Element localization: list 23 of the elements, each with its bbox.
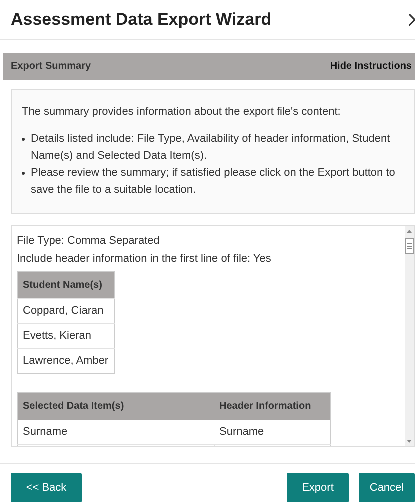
file-type-text: File Type: Comma Separated: [17, 234, 161, 249]
scrollbar[interactable]: [405, 226, 414, 446]
table-header-cell: Selected Data Item(s): [18, 392, 214, 420]
table-header-cell: Header Information: [214, 392, 330, 420]
instruction-item: Please review the summary; if satisfied please click on the Export button to save the file to a suitable location.: [31, 166, 396, 198]
export-button[interactable]: Export: [287, 473, 349, 502]
close-icon[interactable]: [409, 14, 415, 26]
header-info-text: Include header information in the first line of file: Yes: [17, 252, 272, 267]
cancel-button[interactable]: Cancel: [359, 473, 415, 502]
back-button[interactable]: << Back: [11, 473, 82, 502]
table-cell: Evetts, Kieran: [18, 324, 114, 348]
table-cell: Coppard, Ciaran: [18, 298, 114, 324]
table-cell: Lawrence, Amber: [18, 348, 114, 374]
table-cell: Surname: [214, 420, 330, 444]
table-cell: Surname: [18, 420, 214, 444]
hide-instructions-link[interactable]: Hide Instructions: [330, 59, 412, 74]
instructions-intro: The summary provides information about the export file's content:: [22, 105, 342, 120]
window-title: Assessment Data Export Wizard: [11, 8, 272, 31]
bullet-icon: [22, 138, 25, 141]
bullet-icon: [22, 172, 25, 175]
table-header-cell: Student Name(s): [18, 272, 114, 298]
instruction-item: Details listed include: File Type, Availability of header information, Student Name(s) and Selected Data Item(s).: [31, 132, 392, 164]
section-title: Export Summary: [11, 60, 92, 74]
